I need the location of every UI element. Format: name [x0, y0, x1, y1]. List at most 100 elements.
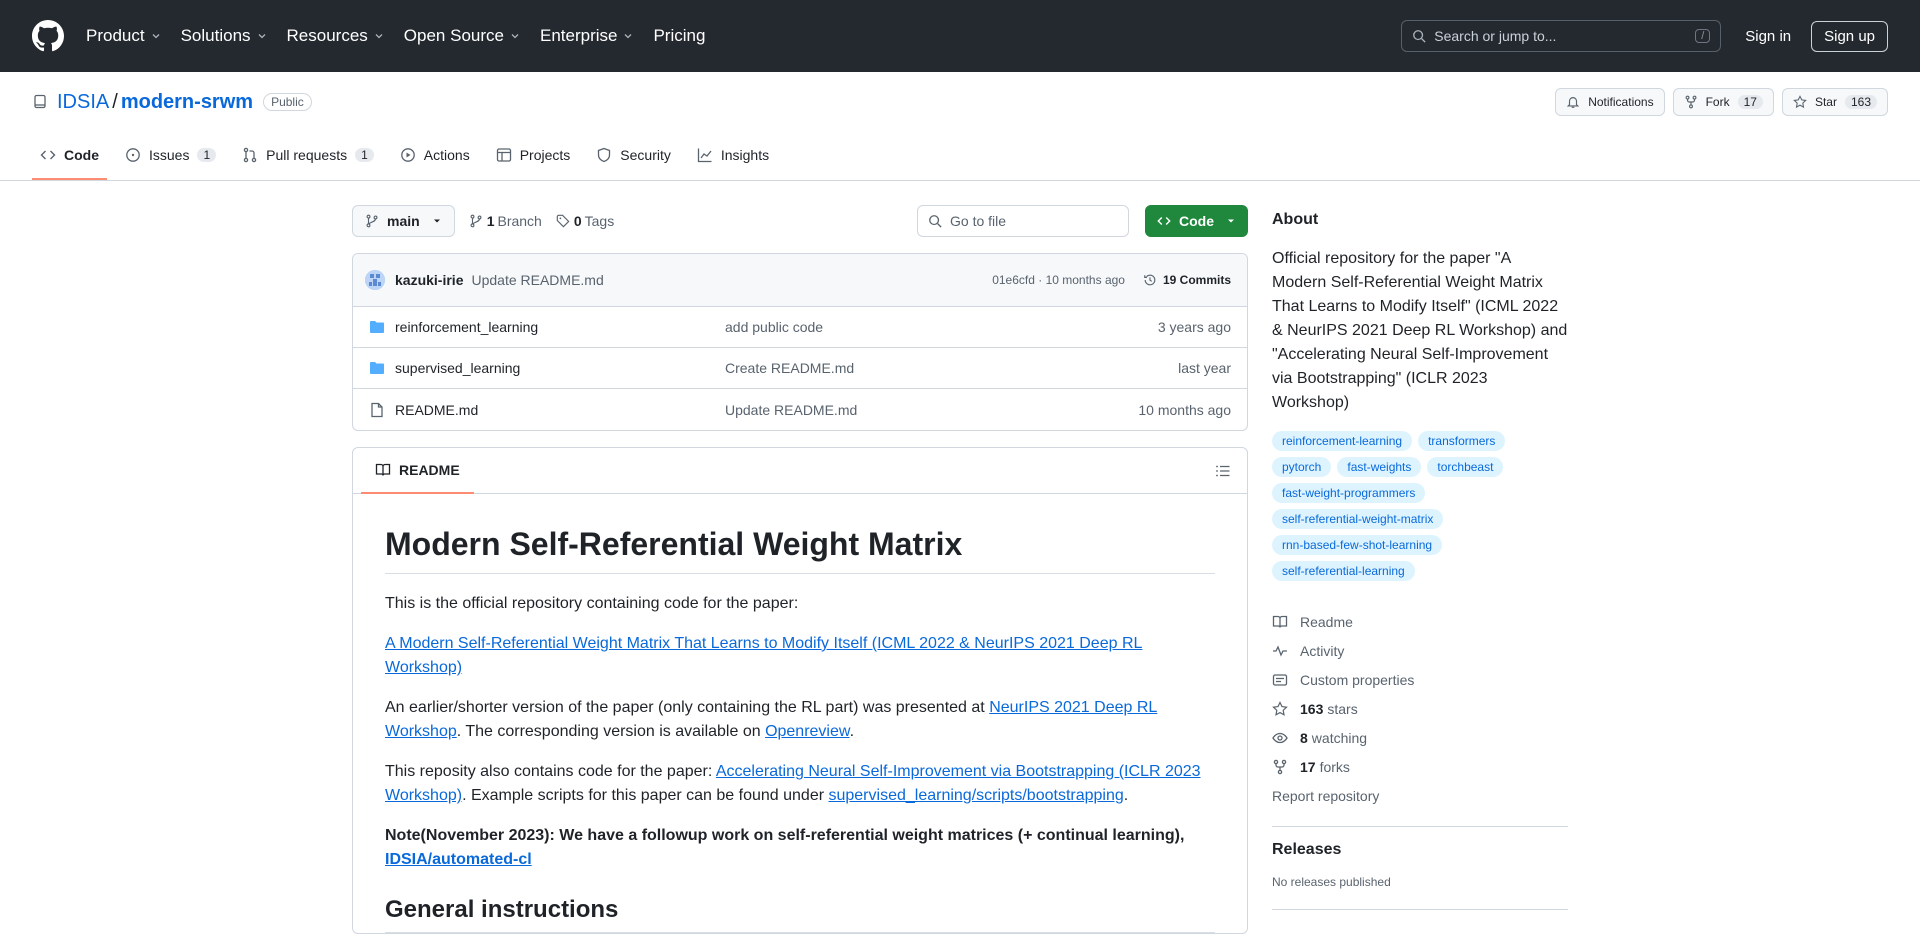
- go-to-file-input[interactable]: Go to file: [917, 205, 1129, 237]
- file-commit-date: 3 years ago: [1157, 319, 1231, 335]
- file-browser: kazuki-irie Update README.md 01e6cfd · 1…: [352, 253, 1248, 431]
- main-nav: Product Solutions Resources Open Source …: [86, 26, 724, 46]
- automated-cl-link[interactable]: IDSIA/automated-cl: [385, 851, 532, 868]
- topic-tag[interactable]: reinforcement-learning: [1272, 431, 1413, 451]
- tab-insights[interactable]: Insights: [689, 132, 777, 180]
- topic-tag[interactable]: self-referential-learning: [1272, 561, 1415, 581]
- repo-owner-link[interactable]: IDSIA: [57, 91, 109, 114]
- forks-link[interactable]: 17 forks: [1272, 752, 1568, 781]
- watching-link[interactable]: 8 watching: [1272, 723, 1568, 752]
- pull-request-icon: [242, 147, 258, 163]
- topic-tag[interactable]: rnn-based-few-shot-learning: [1272, 535, 1443, 555]
- graph-icon: [697, 147, 713, 163]
- tab-code[interactable]: Code: [32, 132, 107, 180]
- custom-properties-link[interactable]: Custom properties: [1272, 665, 1568, 694]
- file-commit-date: 10 months ago: [1138, 401, 1231, 418]
- repo-tabs: Code Issues 1 Pull requests 1 Actions Pr…: [32, 132, 1888, 180]
- readme-link[interactable]: Readme: [1272, 607, 1568, 636]
- tab-actions[interactable]: Actions: [392, 132, 478, 180]
- sidebar: About Official repository for the paper …: [1272, 205, 1568, 934]
- topic-tag[interactable]: fast-weights: [1337, 457, 1422, 477]
- history-icon: [1143, 273, 1157, 287]
- paper-link[interactable]: A Modern Self-Referential Weight Matrix …: [385, 635, 1142, 676]
- file-row-reinforcement-learning[interactable]: reinforcement_learning add public code 3…: [353, 307, 1247, 348]
- star-count: 163: [1844, 95, 1877, 109]
- github-logo-icon[interactable]: [32, 20, 64, 52]
- readme-paragraph: This is the official repository containi…: [385, 595, 799, 612]
- topic-tag[interactable]: torchbeast: [1427, 457, 1504, 477]
- file-commit-message[interactable]: Update README.md: [725, 402, 1138, 418]
- tab-security[interactable]: Security: [588, 132, 679, 180]
- topic-tag[interactable]: transformers: [1418, 431, 1506, 451]
- file-commit-message[interactable]: add public code: [725, 319, 1158, 335]
- commits-history-link[interactable]: 19 Commits: [1143, 273, 1231, 287]
- play-icon: [400, 147, 416, 163]
- issues-count: 1: [197, 148, 217, 162]
- commit-author[interactable]: kazuki-irie: [395, 272, 463, 288]
- stars-link[interactable]: 163 stars: [1272, 694, 1568, 723]
- table-icon: [496, 147, 512, 163]
- outline-button[interactable]: [1207, 455, 1239, 487]
- star-button[interactable]: Star 163: [1781, 88, 1888, 116]
- branch-selector[interactable]: main: [352, 205, 455, 237]
- search-icon: [1412, 29, 1426, 43]
- readme-title: Modern Self-Referential Weight Matrix: [385, 526, 1215, 574]
- nav-enterprise[interactable]: Enterprise: [540, 26, 634, 46]
- nav-pricing[interactable]: Pricing: [653, 26, 705, 46]
- tab-pull-requests[interactable]: Pull requests 1: [234, 132, 382, 180]
- bootstrapping-scripts-link[interactable]: supervised_learning/scripts/bootstrappin…: [828, 787, 1123, 804]
- search-icon: [928, 214, 942, 228]
- file-row-supervised-learning[interactable]: supervised_learning Create README.md las…: [353, 348, 1247, 389]
- readme-paragraph: This reposity also contains code for the…: [385, 763, 1201, 804]
- sign-up-button[interactable]: Sign up: [1811, 20, 1888, 52]
- commit-message[interactable]: Update README.md: [471, 272, 603, 288]
- file-name[interactable]: reinforcement_learning: [395, 319, 725, 335]
- readme-tab[interactable]: README: [361, 448, 474, 494]
- file-name[interactable]: README.md: [395, 402, 725, 418]
- nav-solutions[interactable]: Solutions: [181, 26, 268, 46]
- search-placeholder: Search or jump to...: [1434, 28, 1557, 44]
- list-icon: [1215, 463, 1231, 479]
- file-icon: [369, 402, 385, 418]
- readme-note: Note(November 2023): We have a followup …: [385, 827, 1185, 868]
- nav-open-source[interactable]: Open Source: [404, 26, 521, 46]
- caret-down-icon: [432, 216, 442, 226]
- code-dropdown-button[interactable]: Code: [1145, 205, 1248, 237]
- repo-layout: main 1 Branch 0 Tags Go to file Code kaz…: [0, 181, 1920, 934]
- commit-meta[interactable]: 01e6cfd · 10 months ago: [992, 273, 1125, 287]
- tab-projects[interactable]: Projects: [488, 132, 579, 180]
- folder-icon: [369, 360, 385, 376]
- branch-icon: [365, 214, 379, 228]
- fork-count: 17: [1737, 95, 1763, 109]
- bell-icon: [1566, 95, 1580, 109]
- chevron-down-icon: [622, 30, 634, 42]
- topic-tag[interactable]: fast-weight-programmers: [1272, 483, 1426, 503]
- avatar[interactable]: [365, 270, 385, 290]
- releases-heading[interactable]: Releases: [1272, 841, 1568, 859]
- nav-product[interactable]: Product: [86, 26, 162, 46]
- file-commit-message[interactable]: Create README.md: [725, 360, 1178, 376]
- book-icon: [375, 462, 391, 478]
- repo-header: IDSIA / modern-srwm Public Notifications…: [0, 72, 1920, 181]
- tab-issues[interactable]: Issues 1: [117, 132, 224, 180]
- fork-button[interactable]: Fork 17: [1672, 88, 1774, 116]
- topic-tag[interactable]: self-referential-weight-matrix: [1272, 509, 1444, 529]
- notifications-button[interactable]: Notifications: [1555, 88, 1665, 116]
- report-repository-link[interactable]: Report repository: [1272, 781, 1568, 810]
- sign-in-link[interactable]: Sign in: [1745, 28, 1791, 45]
- branches-link[interactable]: 1 Branch: [469, 213, 542, 229]
- shield-icon: [596, 147, 612, 163]
- activity-link[interactable]: Activity: [1272, 636, 1568, 665]
- repo-name-link[interactable]: modern-srwm: [121, 91, 253, 114]
- topic-tag[interactable]: pytorch: [1272, 457, 1332, 477]
- file-row-readme[interactable]: README.md Update README.md 10 months ago: [353, 389, 1247, 430]
- file-name[interactable]: supervised_learning: [395, 360, 725, 376]
- global-search-input[interactable]: Search or jump to... /: [1401, 20, 1722, 52]
- nav-resources[interactable]: Resources: [287, 26, 385, 46]
- openreview-link[interactable]: Openreview: [765, 723, 850, 740]
- folder-icon: [369, 319, 385, 335]
- tags-link[interactable]: 0 Tags: [556, 213, 614, 229]
- chevron-down-icon: [509, 30, 521, 42]
- sidebar-divider: [1272, 826, 1568, 827]
- readme-paragraph: A Modern Self-Referential Weight Matrix …: [385, 632, 1215, 680]
